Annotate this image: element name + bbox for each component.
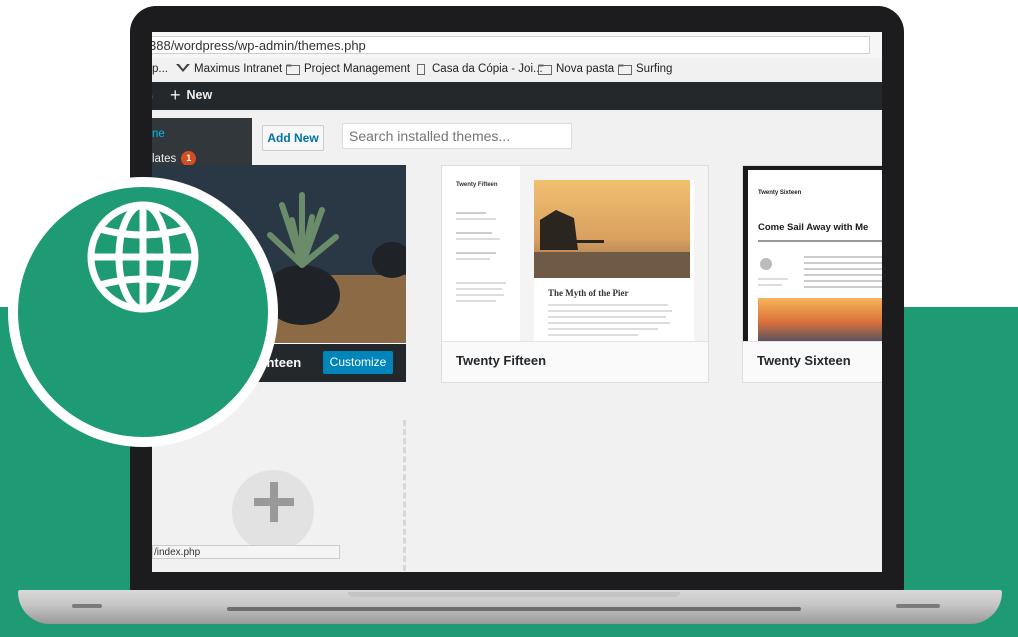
plus-icon-vertical [270,482,278,522]
bookmark-label: Nova pasta [556,63,615,75]
bookmark-label: Project Management [304,63,411,75]
preview-site-title: Twenty Sixteen [758,190,802,196]
globe-icon [87,201,199,313]
bookmark-item[interactable]: Nova pasta [538,63,614,75]
preview-body [758,240,882,344]
preview-heading: The Myth of the Pier [548,288,629,298]
bookmark-item[interactable]: Maximus Intranet [176,63,282,75]
theme-card-twenty-sixteen[interactable]: Twenty Sixteen Come Sail Away with Me Tw… [742,165,882,383]
laptop-base-slot-left [72,604,102,608]
bookmark-item[interactable]: Casa da Cópia - Joi... [414,63,543,75]
maximus-logo-icon [176,63,190,72]
preview-article: The Myth of the Pier [534,180,694,344]
theme-screenshot: Twenty Sixteen Come Sail Away with Me [743,166,882,344]
bookmark-item[interactable]: p... [152,63,168,75]
preview-site-title: Twenty Fifteen [456,182,498,188]
folder-icon [286,64,300,75]
folder-icon [618,64,632,75]
preview-sidebar: Twenty Fifteen [442,166,520,344]
laptop-base-slot-right [896,604,940,608]
preview-page: Twenty Sixteen Come Sail Away with Me [748,170,882,344]
add-new-button[interactable]: Add New [262,125,324,151]
wp-admin-bar: ) + New [152,82,882,110]
preview-heading: Come Sail Away with Me [758,222,869,233]
bookmark-item[interactable]: Surfing [618,63,672,75]
laptop-base-groove [227,607,801,611]
search-themes-input[interactable] [342,123,572,149]
new-label: New [186,88,213,102]
theme-name: Twenty Sixteen [757,353,851,368]
plus-icon: + [170,85,181,105]
folder-icon [538,64,552,75]
address-bar[interactable]: 388/wordpress/wp-admin/themes.php [152,36,870,54]
theme-screenshot: Twenty Fifteen The Myth of the Pier [442,166,708,344]
preview-sidebar-lines [456,212,506,302]
theme-card-twenty-fifteen[interactable]: Twenty Fifteen The Myth of the Pier Twen… [441,165,709,383]
address-bar-area: 388/wordpress/wp-admin/themes.php [152,32,882,59]
bookmarks-bar: p... Maximus Intranet Project Management… [152,58,882,83]
bookmark-label: Maximus Intranet [194,63,283,75]
bookmark-label: Surfing [636,63,673,75]
admin-bar-item-edge[interactable]: ) [152,89,155,103]
updates-count-badge: 1 [181,151,197,166]
laptop-notch [348,592,680,597]
bookmark-item[interactable]: Project Management [286,63,410,75]
theme-name: Twenty Fifteen [456,353,547,368]
sidebar-item-updates[interactable]: lates 1 [152,151,197,166]
theme-card-footer: Twenty Sixteen [743,341,882,382]
bookmark-label: Casa da Cópia - Joi... [432,63,543,75]
theme-card-footer: Twenty Fifteen [442,341,708,382]
status-bar-url: /index.php [152,545,340,559]
bookmark-label: p... [152,63,168,75]
pier-photo [534,180,690,278]
admin-bar-new[interactable]: + New [170,85,213,105]
preview-text-lines [548,304,672,336]
sidebar-item-themes[interactable]: ne [152,128,165,140]
globe-badge [18,187,268,437]
customize-button[interactable]: Customize [323,351,393,374]
sidebar-item-label: lates [152,152,177,165]
page-icon [417,63,425,75]
